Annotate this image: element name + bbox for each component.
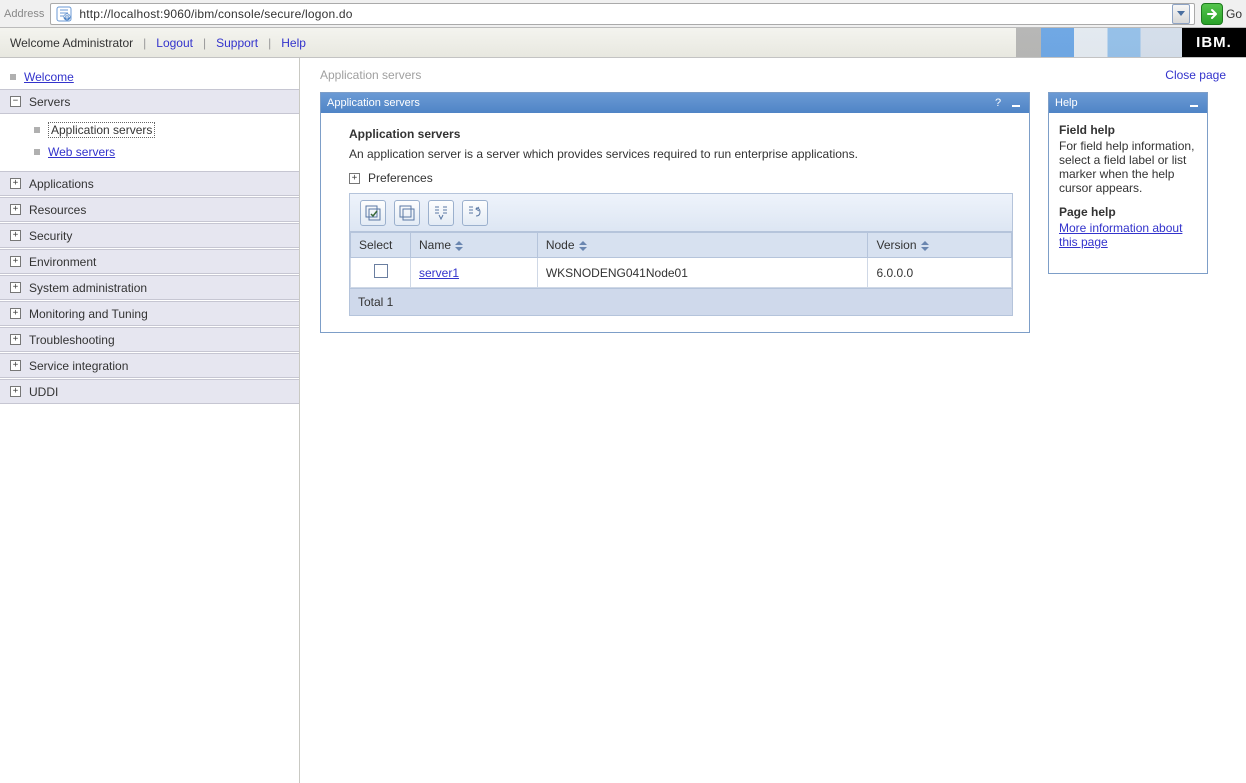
expand-icon[interactable]: + bbox=[10, 230, 21, 241]
nav-service-integration[interactable]: + Service integration bbox=[0, 353, 299, 378]
page-help-link[interactable]: More information about this page bbox=[1059, 221, 1182, 249]
help-title: Help bbox=[1055, 97, 1078, 109]
address-input[interactable]: http://localhost:9060/ibm/console/secure… bbox=[50, 3, 1195, 25]
logout-link[interactable]: Logout bbox=[156, 36, 193, 50]
section-description: An application server is a server which … bbox=[349, 147, 1013, 161]
main-content: Application servers Close page Applicati… bbox=[300, 58, 1246, 783]
go-button[interactable]: Go bbox=[1201, 3, 1242, 25]
console-header: Welcome Administrator | Logout | Support… bbox=[0, 28, 1246, 58]
col-version[interactable]: Version bbox=[868, 233, 1012, 258]
expand-icon[interactable]: + bbox=[10, 256, 21, 267]
portlet-help-icon[interactable]: ? bbox=[991, 96, 1005, 110]
brand-pattern bbox=[1016, 28, 1182, 57]
ibm-logo: IBM. bbox=[1182, 28, 1246, 57]
browser-address-bar: Address http://localhost:9060/ibm/consol… bbox=[0, 0, 1246, 28]
nav-welcome[interactable]: Welcome bbox=[0, 66, 299, 88]
expand-icon[interactable]: + bbox=[10, 204, 21, 215]
help-link[interactable]: Help bbox=[281, 36, 306, 50]
go-label: Go bbox=[1226, 7, 1242, 21]
field-help-text: For field help information, select a fie… bbox=[1059, 139, 1194, 195]
bullet-icon bbox=[34, 127, 40, 133]
nav-environment[interactable]: + Environment bbox=[0, 249, 299, 274]
address-label: Address bbox=[4, 8, 44, 20]
servers-table-wrap: Select Name Node Version server1 bbox=[349, 193, 1013, 316]
nav-security[interactable]: + Security bbox=[0, 223, 299, 248]
nav-applications[interactable]: + Applications bbox=[0, 171, 299, 196]
welcome-text: Welcome Administrator bbox=[10, 36, 133, 50]
expand-icon[interactable]: + bbox=[10, 360, 21, 371]
field-help-title: Field help bbox=[1059, 123, 1197, 137]
portlet-minimize-icon[interactable] bbox=[1009, 96, 1023, 110]
preferences-label: Preferences bbox=[368, 171, 433, 185]
help-portlet: Help Field help For field help informati… bbox=[1048, 92, 1208, 274]
nav-web-servers-label[interactable]: Web servers bbox=[48, 145, 115, 159]
ie-page-icon bbox=[55, 5, 73, 23]
table-row: server1 WKSNODENG041Node01 6.0.0.0 bbox=[351, 258, 1012, 288]
deselect-all-button[interactable] bbox=[394, 200, 420, 226]
bullet-icon bbox=[10, 74, 16, 80]
collapse-icon[interactable]: − bbox=[10, 96, 21, 107]
expand-icon[interactable]: + bbox=[10, 334, 21, 345]
col-node[interactable]: Node bbox=[537, 233, 868, 258]
nav-web-servers[interactable]: Web servers bbox=[0, 141, 299, 163]
portlet-minimize-icon[interactable] bbox=[1187, 96, 1201, 110]
sort-icon[interactable] bbox=[921, 241, 929, 251]
nav-resources[interactable]: + Resources bbox=[0, 197, 299, 222]
application-servers-portlet: Application servers ? Application server… bbox=[320, 92, 1030, 333]
servers-table: Select Name Node Version server1 bbox=[350, 232, 1012, 288]
nav-monitoring-tuning[interactable]: + Monitoring and Tuning bbox=[0, 301, 299, 326]
help-titlebar: Help bbox=[1049, 93, 1207, 113]
nav-uddi[interactable]: + UDDI bbox=[0, 379, 299, 404]
close-page-link[interactable]: Close page bbox=[1165, 68, 1226, 82]
portlet-title: Application servers bbox=[327, 97, 420, 109]
select-all-button[interactable] bbox=[360, 200, 386, 226]
section-heading: Application servers bbox=[349, 127, 1013, 141]
nav-welcome-label[interactable]: Welcome bbox=[24, 70, 74, 84]
server-name-link[interactable]: server1 bbox=[419, 266, 459, 280]
nav-application-servers-label: Application servers bbox=[48, 122, 155, 138]
filter-button[interactable] bbox=[428, 200, 454, 226]
portlet-titlebar: Application servers ? bbox=[321, 93, 1029, 113]
sort-icon[interactable] bbox=[455, 241, 463, 251]
table-footer: Total 1 bbox=[350, 288, 1012, 315]
expand-icon[interactable]: + bbox=[10, 308, 21, 319]
expand-icon[interactable]: + bbox=[349, 173, 360, 184]
address-dropdown-button[interactable] bbox=[1172, 4, 1190, 24]
expand-icon[interactable]: + bbox=[10, 386, 21, 397]
nav-system-administration[interactable]: + System administration bbox=[0, 275, 299, 300]
col-select[interactable]: Select bbox=[351, 233, 411, 258]
nav-servers[interactable]: − Servers bbox=[0, 89, 299, 114]
row-select-checkbox[interactable] bbox=[374, 264, 388, 278]
nav-servers-subtree: Application servers Web servers bbox=[0, 115, 299, 171]
table-toolbar bbox=[350, 194, 1012, 232]
clear-filter-button[interactable] bbox=[462, 200, 488, 226]
sort-icon[interactable] bbox=[579, 241, 587, 251]
nav-application-servers[interactable]: Application servers bbox=[0, 119, 299, 141]
col-name[interactable]: Name bbox=[411, 233, 538, 258]
page-help-title: Page help bbox=[1059, 205, 1197, 219]
nav-troubleshooting[interactable]: + Troubleshooting bbox=[0, 327, 299, 352]
breadcrumb: Application servers bbox=[320, 68, 421, 82]
bullet-icon bbox=[34, 149, 40, 155]
preferences-toggle[interactable]: + Preferences bbox=[349, 171, 1013, 185]
address-url: http://localhost:9060/ibm/console/secure… bbox=[75, 7, 1170, 21]
expand-icon[interactable]: + bbox=[10, 178, 21, 189]
expand-icon[interactable]: + bbox=[10, 282, 21, 293]
nav-sidebar: Welcome − Servers Application servers We… bbox=[0, 58, 300, 783]
server-version: 6.0.0.0 bbox=[868, 258, 1012, 288]
go-arrow-icon bbox=[1201, 3, 1223, 25]
support-link[interactable]: Support bbox=[216, 36, 258, 50]
brand-strip: IBM. bbox=[1016, 28, 1246, 57]
server-node: WKSNODENG041Node01 bbox=[537, 258, 868, 288]
nav-servers-label: Servers bbox=[29, 95, 70, 109]
